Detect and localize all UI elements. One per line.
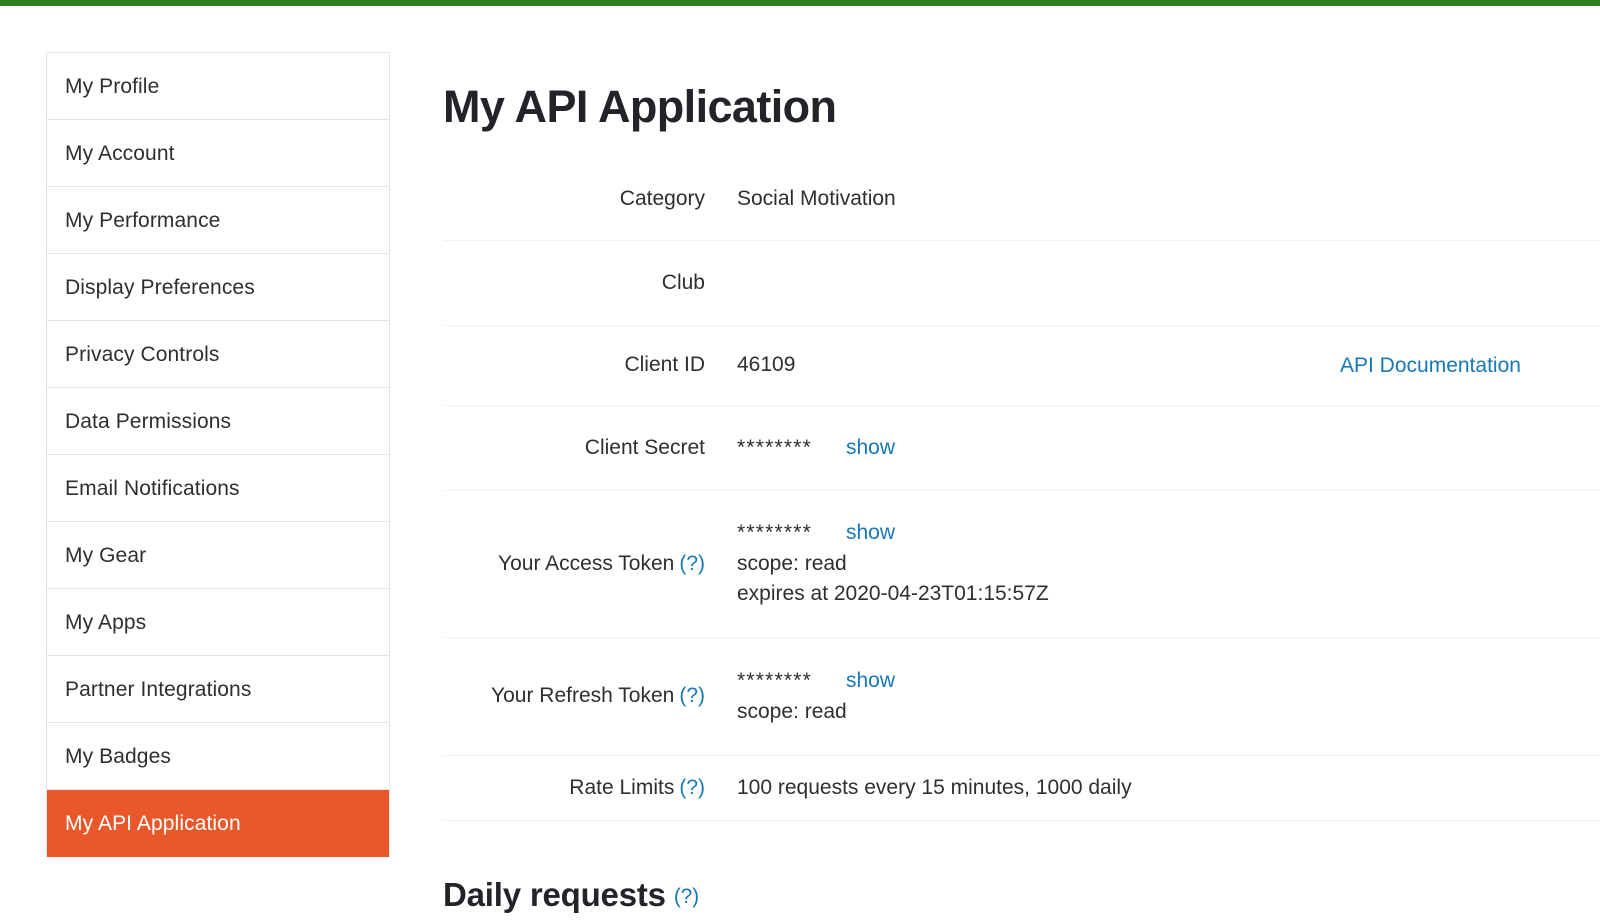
detail-row-rate-limits: Rate Limits (?) 100 requests every 15 min… — [443, 756, 1600, 821]
sidebar-item-label: My Profile — [65, 74, 160, 98]
daily-requests-heading: Daily requests (?) — [443, 878, 699, 911]
access-token-scope: scope: read — [737, 551, 847, 575]
sidebar-item-my-account[interactable]: My Account — [47, 120, 389, 187]
detail-row-club: Club — [443, 241, 1600, 326]
access-token-help-icon[interactable]: (?) — [679, 552, 705, 575]
sidebar-item-my-gear[interactable]: My Gear — [47, 522, 389, 589]
row-label-category: Category — [619, 187, 705, 211]
daily-requests-heading-text: Daily requests — [443, 876, 666, 914]
row-label-client-id: Client ID — [624, 353, 705, 377]
sidebar-item-data-permissions[interactable]: Data Permissions — [47, 388, 389, 455]
sidebar-item-label: My Gear — [65, 543, 147, 567]
row-label-refresh-token-text: Your Refresh Token — [491, 684, 675, 708]
row-value-refresh-token: ******** show scope: read — [737, 666, 895, 727]
settings-sidebar: My Profile My Account My Performance Dis… — [46, 52, 390, 857]
rate-limits-help-icon[interactable]: (?) — [679, 776, 705, 799]
masked-client-secret: ******** — [737, 435, 812, 459]
sidebar-item-my-profile[interactable]: My Profile — [47, 53, 389, 120]
detail-row-refresh-token: Your Refresh Token (?) ******** show scope… — [443, 638, 1600, 756]
sidebar-item-label: My API Application — [65, 811, 241, 835]
page-title: My API Application — [443, 81, 837, 133]
row-label-rate-limits: Rate Limits (?) — [443, 775, 705, 801]
sidebar-item-my-badges[interactable]: My Badges — [47, 723, 389, 790]
row-label-access-token: Your Access Token (?) — [443, 551, 705, 577]
masked-refresh-token: ******** — [737, 669, 812, 693]
row-label-refresh-token: Your Refresh Token (?) — [443, 683, 705, 709]
sidebar-item-label: My Badges — [65, 744, 171, 768]
sidebar-item-my-api-application[interactable]: My API Application — [47, 790, 389, 857]
sidebar-item-privacy-controls[interactable]: Privacy Controls — [47, 321, 389, 388]
row-label-club: Club — [661, 270, 705, 294]
sidebar-item-label: Data Permissions — [65, 409, 232, 433]
row-label-rate-limits-text: Rate Limits — [569, 775, 675, 799]
sidebar-item-label: My Account — [65, 141, 175, 165]
row-value-access-token: ******** show scope: read expires at 2020… — [737, 518, 1049, 609]
api-documentation-container: API Documentation — [1340, 354, 1521, 378]
main-content: My API Application Category Social Motiv… — [443, 6, 1600, 921]
show-client-secret-link[interactable]: show — [846, 436, 895, 459]
detail-row-access-token: Your Access Token (?) ******** show scope:… — [443, 491, 1600, 638]
masked-access-token: ******** — [737, 521, 812, 545]
row-value-client-secret: ******** show — [737, 433, 895, 463]
sidebar-item-label: Privacy Controls — [65, 342, 220, 366]
row-label-access-token-text: Your Access Token — [498, 551, 675, 575]
row-value-client-id: 46109 — [737, 353, 796, 377]
page-container: My Profile My Account My Performance Dis… — [0, 6, 1600, 921]
sidebar-item-display-preferences[interactable]: Display Preferences — [47, 254, 389, 321]
refresh-token-scope: scope: read — [737, 699, 847, 723]
access-token-expires: expires at 2020-04-23T01:15:57Z — [737, 582, 1049, 606]
sidebar-item-my-apps[interactable]: My Apps — [47, 589, 389, 656]
access-token-masked-line: ******** show — [737, 518, 1049, 548]
detail-row-client-secret: Client Secret ******** show — [443, 406, 1600, 491]
sidebar-item-label: My Apps — [65, 610, 147, 634]
row-value-category: Social Motivation — [737, 187, 896, 211]
daily-requests-help-icon[interactable]: (?) — [674, 885, 699, 908]
refresh-token-masked-line: ******** show — [737, 666, 895, 696]
sidebar-item-my-performance[interactable]: My Performance — [47, 187, 389, 254]
sidebar-item-label: Email Notifications — [65, 476, 240, 500]
api-documentation-link[interactable]: API Documentation — [1340, 354, 1521, 377]
sidebar-item-label: Partner Integrations — [65, 677, 252, 701]
refresh-token-help-icon[interactable]: (?) — [679, 684, 705, 707]
sidebar-item-partner-integrations[interactable]: Partner Integrations — [47, 656, 389, 723]
api-application-details-table: Category Social Motivation Club Client I… — [443, 159, 1600, 821]
row-label-client-secret: Client Secret — [584, 435, 705, 459]
detail-row-category: Category Social Motivation — [443, 159, 1600, 241]
show-refresh-token-link[interactable]: show — [846, 669, 895, 692]
show-access-token-link[interactable]: show — [846, 521, 895, 544]
detail-row-client-id: Client ID 46109 API Documentation — [443, 326, 1600, 406]
sidebar-item-label: My Performance — [65, 208, 221, 232]
sidebar-item-label: Display Preferences — [65, 275, 255, 299]
sidebar-item-email-notifications[interactable]: Email Notifications — [47, 455, 389, 522]
row-value-rate-limits: 100 requests every 15 minutes, 1000 dail… — [737, 775, 1132, 799]
